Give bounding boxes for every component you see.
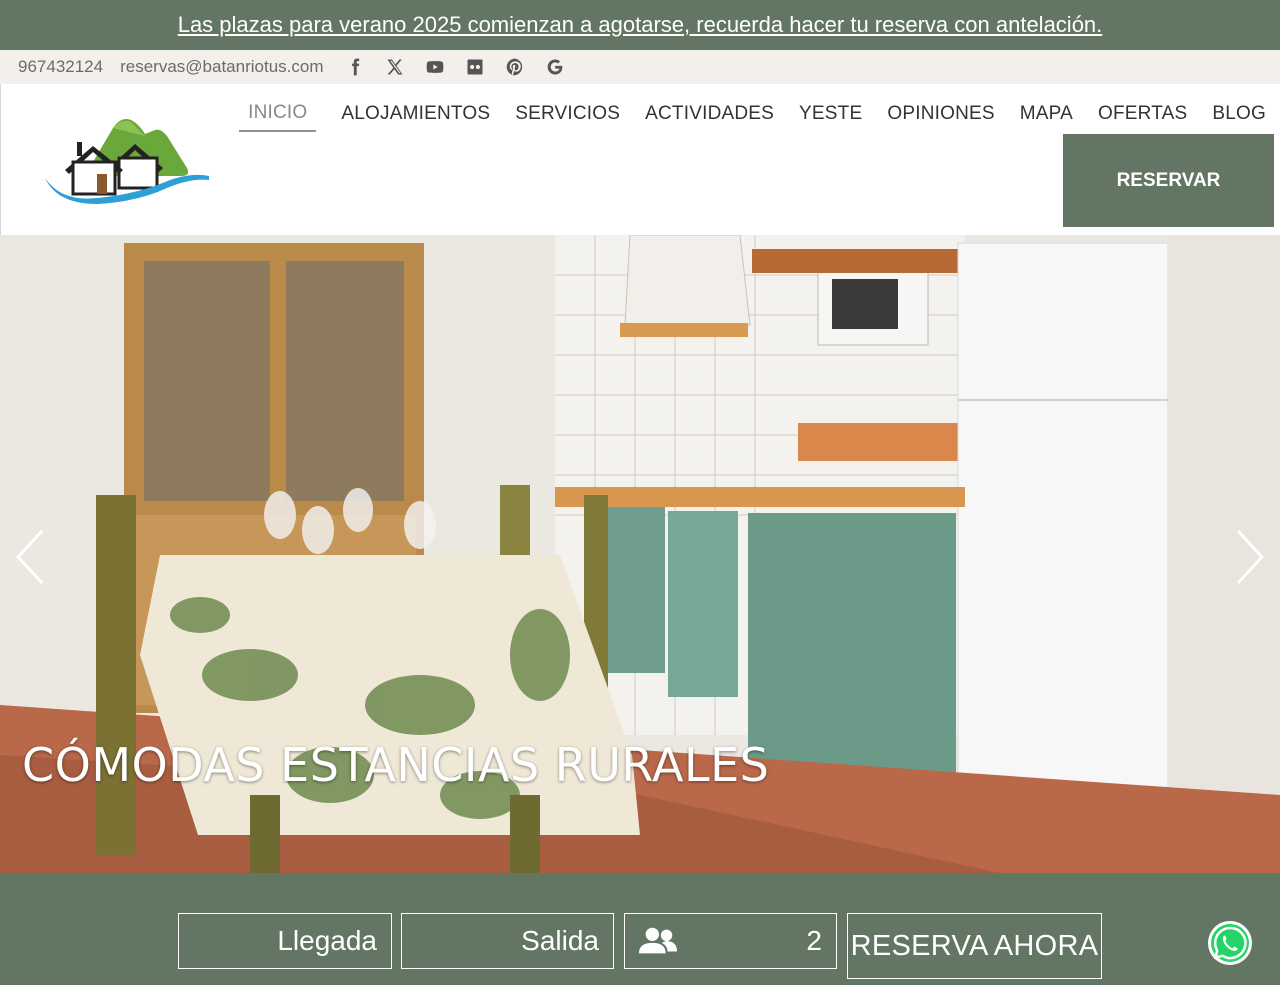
site-logo[interactable] [41,110,211,210]
flickr-icon[interactable] [465,57,485,77]
whatsapp-button[interactable] [1206,919,1254,967]
announcement-link[interactable]: Las plazas para verano 2025 comienzan a … [178,12,1103,38]
main-nav: INICIO ALOJAMIENTOS SERVICIOS ACTIVIDADE… [214,100,1266,132]
whatsapp-icon [1208,921,1252,965]
guests-count: 2 [806,925,822,956]
contact-bar: 967432124 reservas@batanriotus.com [0,50,1280,84]
chevron-right-icon [1236,529,1265,585]
page: Las plazas para verano 2025 comienzan a … [0,0,1280,985]
arrival-date-field[interactable]: Llegada [178,913,392,969]
slider-next-button[interactable] [1232,527,1268,587]
users-icon [639,927,677,954]
reserva-ahora-button[interactable]: RESERVA AHORA [847,913,1102,979]
announcement-bar: Las plazas para verano 2025 comienzan a … [0,0,1280,50]
hero-slider: CÓMODAS ESTANCIAS RURALES [0,235,1280,873]
phone-number[interactable]: 967432124 [18,57,103,77]
departure-date-field[interactable]: Salida [401,913,614,969]
chevron-left-icon [15,529,44,585]
nav-item-alojamientos[interactable]: ALOJAMIENTOS [341,101,490,131]
youtube-icon[interactable] [425,57,445,77]
reservar-button[interactable]: RESERVAR [1063,134,1274,227]
nav-item-blog[interactable]: BLOG [1212,101,1266,131]
arrival-date-label: Llegada [277,925,377,956]
booking-bar: Llegada Salida 2 RESERVA AHORA [0,873,1280,985]
email-address[interactable]: reservas@batanriotus.com [120,57,323,77]
pinterest-icon[interactable] [505,57,525,77]
hero-title: CÓMODAS ESTANCIAS RURALES [22,738,770,792]
guests-field[interactable]: 2 [624,913,837,969]
social-links [345,57,565,77]
slider-prev-button[interactable] [12,527,48,587]
x-twitter-icon[interactable] [385,57,405,77]
departure-date-label: Salida [521,925,599,956]
site-header: INICIO ALOJAMIENTOS SERVICIOS ACTIVIDADE… [0,84,1280,235]
nav-item-inicio[interactable]: INICIO [239,100,317,132]
nav-item-yeste[interactable]: YESTE [799,101,862,131]
nav-item-actividades[interactable]: ACTIVIDADES [645,101,774,131]
google-icon[interactable] [545,57,565,77]
nav-item-servicios[interactable]: SERVICIOS [515,101,620,131]
nav-item-opiniones[interactable]: OPINIONES [887,101,994,131]
nav-item-mapa[interactable]: MAPA [1020,101,1073,131]
nav-item-ofertas[interactable]: OFERTAS [1098,101,1187,131]
facebook-icon[interactable] [345,57,365,77]
